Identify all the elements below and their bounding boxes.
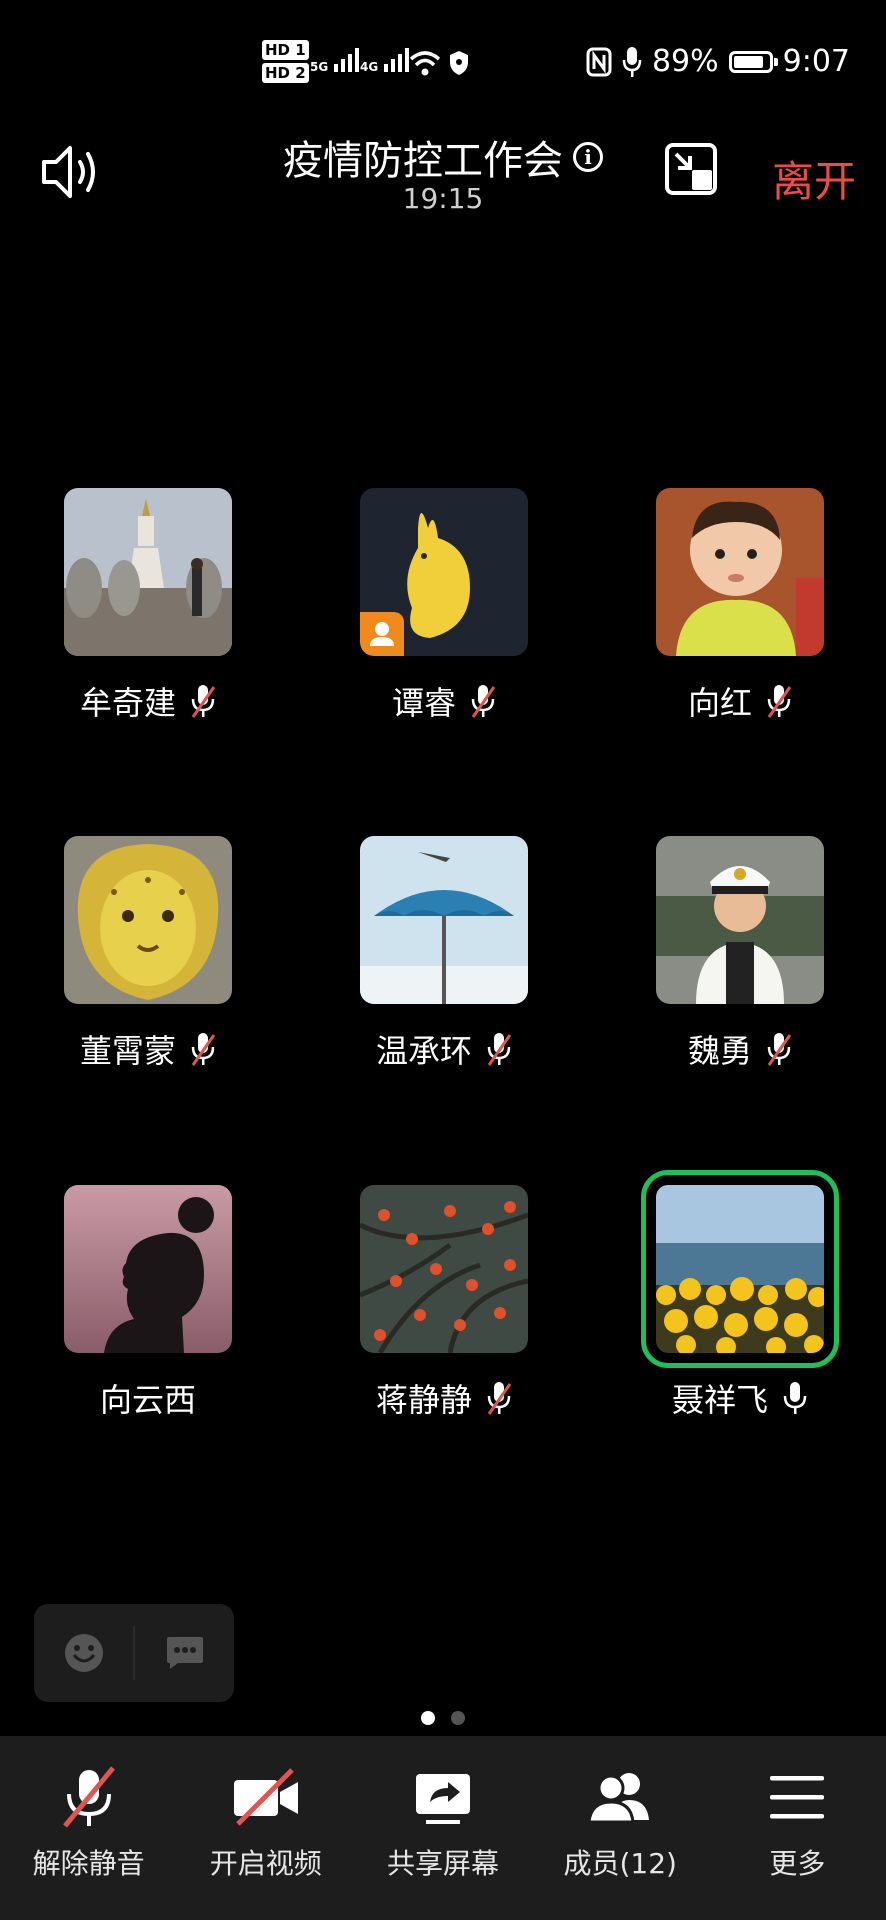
hd2-label: HD 2: [262, 63, 309, 83]
share-screen-button[interactable]: 共享屏幕: [354, 1736, 531, 1920]
bottom-toolbar: 解除静音 开启视频 共享屏幕 成员(12) 更多: [0, 1736, 886, 1920]
meeting-header: 疫情防控工作会 i 19:15 离开: [0, 120, 886, 230]
page-dot-1[interactable]: [421, 1711, 435, 1725]
meeting-title-row: 疫情防控工作会 i: [0, 128, 886, 186]
share-screen-icon: [416, 1774, 470, 1824]
participant-name: 谭睿: [391, 684, 456, 722]
signal-bars-icon: [334, 48, 360, 72]
emoji-button[interactable]: [34, 1604, 133, 1702]
participant-tile[interactable]: 魏勇: [656, 836, 824, 1070]
participant-name: 董霄蒙: [79, 1032, 176, 1070]
chat-bubble-icon: [166, 1637, 203, 1669]
avatar: [360, 1185, 528, 1353]
avatar: [64, 836, 232, 1004]
participant-tile[interactable]: 向云西: [64, 1185, 232, 1419]
share-screen-label: 共享屏幕: [387, 1847, 500, 1880]
mic-muted-icon: [767, 685, 792, 718]
participant-tile[interactable]: 聂祥飞: [641, 1170, 839, 1419]
signal-4g: 4G: [360, 46, 412, 74]
unmute-button[interactable]: 解除静音: [0, 1736, 177, 1920]
participant-tile[interactable]: 谭睿: [360, 488, 528, 722]
avatar-speaking: [641, 1170, 839, 1368]
emoji-icon: [64, 1634, 103, 1672]
avatar: [656, 836, 824, 1004]
mic-muted-icon: [62, 1766, 115, 1828]
battery-fill: [733, 55, 764, 68]
avatar: [360, 488, 528, 656]
wifi-icon: [409, 51, 441, 76]
participant-tile[interactable]: 牟奇建: [64, 488, 232, 722]
mic-muted-icon: [471, 685, 496, 718]
mic-muted-icon: [487, 1033, 512, 1066]
mic-muted-icon: [487, 1382, 512, 1415]
participant-name: 聂祥飞: [671, 1381, 768, 1419]
participant-name: 向云西: [99, 1381, 196, 1419]
avatar: [656, 488, 824, 656]
status-bar: HD 1 HD 2 5G 4G 89% 9:07: [0, 0, 886, 130]
chat-button[interactable]: [135, 1604, 234, 1702]
menu-icon: [770, 1776, 825, 1819]
participant-tile[interactable]: 温承环: [360, 836, 528, 1070]
battery-percent: 89%: [651, 44, 719, 79]
participant-name: 牟奇建: [79, 684, 176, 722]
participant-name: 魏勇: [687, 1032, 752, 1070]
unmute-label: 解除静音: [32, 1847, 145, 1880]
signal-5g: 5G: [310, 46, 362, 74]
meeting-timer: 19:15: [402, 182, 484, 215]
meeting-title: 疫情防控工作会: [283, 138, 563, 184]
page-indicator[interactable]: [0, 1710, 886, 1729]
participant-name: 温承环: [375, 1032, 472, 1070]
mic-muted-icon: [191, 1033, 216, 1066]
hd-indicator: HD 1 HD 2: [262, 40, 309, 86]
participant-name: 蒋静静: [375, 1381, 472, 1419]
members-icon: [587, 1773, 650, 1824]
start-video-label: 开启视频: [209, 1847, 322, 1880]
minimize-window-icon[interactable]: [664, 142, 718, 200]
participant-name: 向红: [687, 684, 752, 722]
net1-label: 5G: [310, 60, 329, 74]
info-icon[interactable]: i: [573, 142, 603, 172]
reaction-chat-pill: [34, 1604, 234, 1702]
page-dot-2[interactable]: [451, 1711, 465, 1725]
mic-icon: [783, 1382, 807, 1414]
status-right: 89% 9:07: [586, 44, 850, 79]
leave-button[interactable]: 离开: [772, 148, 856, 209]
net2-label: 4G: [360, 60, 379, 74]
avatar: [64, 488, 232, 656]
mic-muted-icon: [767, 1033, 792, 1066]
shield-icon: [450, 51, 468, 75]
mic-status-icon: [622, 46, 642, 77]
participant-tile[interactable]: 董霄蒙: [64, 836, 232, 1070]
more-label: 更多: [769, 1847, 826, 1880]
participant-tile[interactable]: 向红: [656, 488, 824, 722]
nfc-icon: [586, 47, 612, 76]
mic-muted-icon: [191, 685, 216, 718]
members-label: 成员(12): [563, 1847, 677, 1880]
participant-tile[interactable]: 蒋静静: [360, 1185, 528, 1419]
more-button[interactable]: 更多: [709, 1736, 886, 1920]
clock: 9:07: [782, 44, 850, 79]
video-off-icon: [233, 1768, 298, 1826]
host-badge-icon: [360, 612, 404, 656]
avatar: [64, 1185, 232, 1353]
start-video-button[interactable]: 开启视频: [177, 1736, 354, 1920]
avatar: [360, 836, 528, 1004]
battery-icon: [728, 50, 778, 73]
members-button[interactable]: 成员(12): [532, 1736, 709, 1920]
hd1-label: HD 1: [262, 40, 309, 60]
